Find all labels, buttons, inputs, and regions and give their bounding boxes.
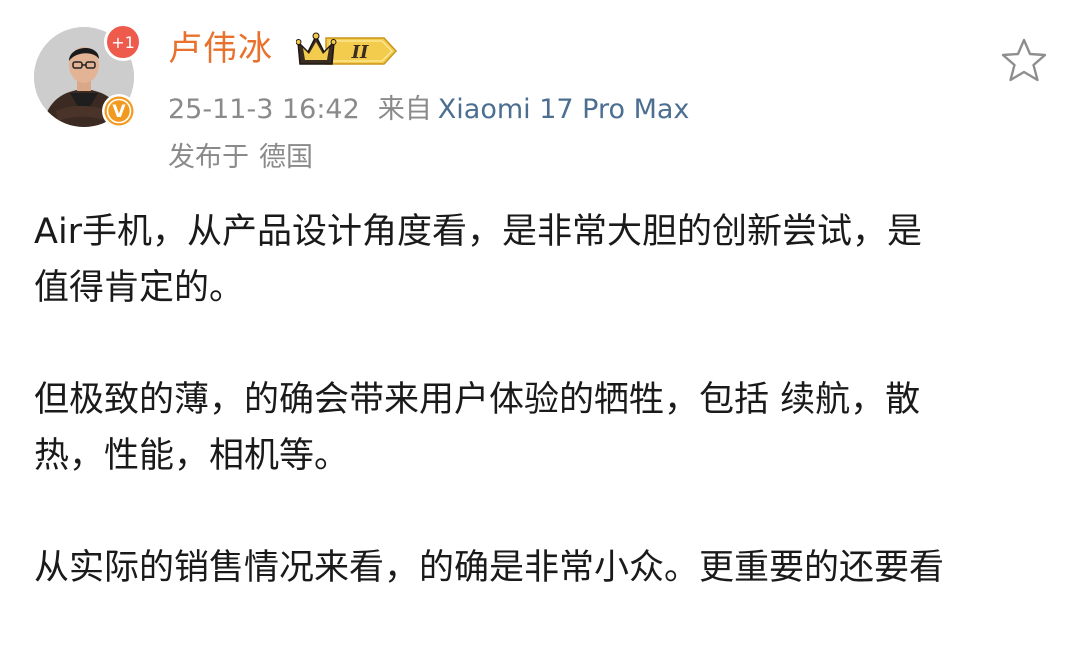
vip-level: II bbox=[351, 42, 369, 63]
favorite-star-icon[interactable] bbox=[1000, 37, 1048, 83]
location-prefix: 发布于 bbox=[168, 142, 249, 173]
vip-crown-icon[interactable]: II bbox=[295, 30, 400, 72]
post-location: 发布于 德国 bbox=[168, 140, 313, 176]
source-prefix: 来自 bbox=[377, 94, 432, 125]
paragraph-line: 从实际的销售情况来看，的确是非常小众。更重要的还要看 bbox=[34, 548, 945, 588]
location-value: 德国 bbox=[259, 142, 313, 173]
post-body: Air手机，从产品设计角度看，是非常大胆的创新尝试，是 值得肯定的。 但极致的薄… bbox=[34, 204, 1044, 652]
paragraph-line: 值得肯定的。 bbox=[34, 268, 245, 308]
paragraph-line: 热，性能，相机等。 bbox=[34, 436, 350, 476]
avatar-count-badge: +1 bbox=[104, 23, 142, 61]
post-time: 25-11-3 16:42 bbox=[168, 94, 360, 125]
post-paragraph: 从实际的销售情况来看，的确是非常小众。更重要的还要看 bbox=[34, 540, 1044, 596]
post-paragraph: 但极致的薄，的确会带来用户体验的牺牲，包括 续航，散 热，性能，相机等。 bbox=[34, 372, 1044, 484]
post-paragraph: Air手机，从产品设计角度看，是非常大胆的创新尝试，是 值得肯定的。 bbox=[34, 204, 1044, 316]
verified-icon: V bbox=[100, 92, 138, 130]
verified-mark: V bbox=[112, 102, 126, 122]
post-meta: 25-11-3 16:42 来自 Xiaomi 17 Pro Max bbox=[168, 92, 689, 128]
device-link[interactable]: Xiaomi 17 Pro Max bbox=[438, 94, 690, 125]
paragraph-line: 但极致的薄，的确会带来用户体验的牺牲，包括 续航，散 bbox=[34, 380, 921, 420]
author-name[interactable]: 卢伟冰 bbox=[168, 27, 273, 71]
paragraph-line: Air手机，从产品设计角度看，是非常大胆的创新尝试，是 bbox=[34, 212, 923, 252]
